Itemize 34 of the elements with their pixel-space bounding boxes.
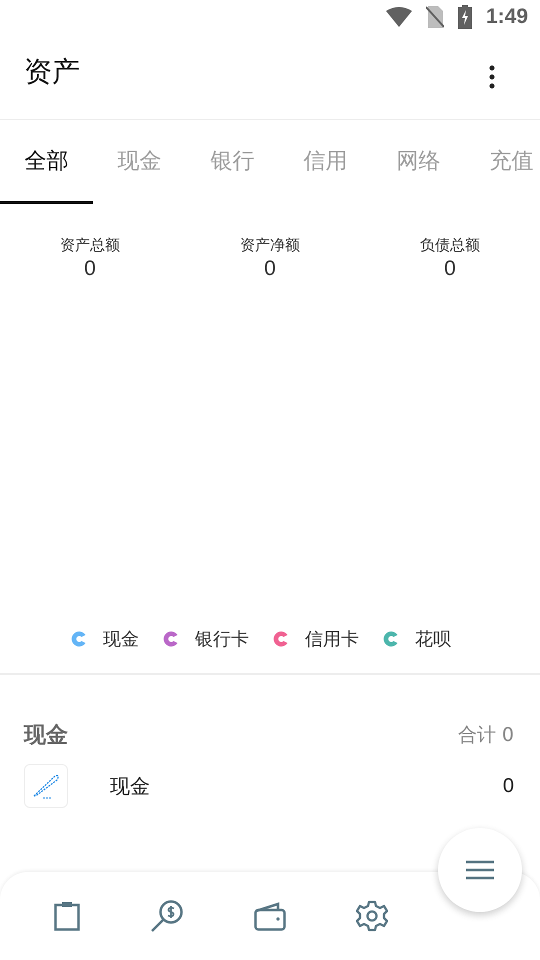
section-title: 现金 <box>24 722 68 750</box>
account-amount: 0 <box>502 774 514 798</box>
tab[interactable]: 现金 <box>93 120 186 204</box>
tab[interactable]: 银行 <box>186 120 279 204</box>
section-total: 合计 0 <box>458 723 514 748</box>
money-search-icon[interactable] <box>150 899 184 933</box>
legend-label: 现金 <box>103 628 139 651</box>
tab[interactable]: 全部 <box>0 120 93 204</box>
tab[interactable]: 网络 <box>372 120 465 204</box>
no-sim-icon <box>426 6 444 28</box>
legend-label: 信用卡 <box>305 628 359 651</box>
account-row[interactable]: 现金 0 <box>0 763 540 809</box>
summary-value: 0 <box>264 257 276 281</box>
menu-icon <box>466 860 494 880</box>
summary-label: 资产总额 <box>60 236 120 255</box>
battery-icon <box>458 5 472 29</box>
legend-label: 银行卡 <box>195 628 249 651</box>
legend-label: 花呗 <box>415 628 451 651</box>
settings-icon[interactable] <box>356 900 388 932</box>
clipboard-icon[interactable] <box>54 901 80 931</box>
summary-value: 0 <box>444 257 456 281</box>
quill-icon <box>24 764 68 808</box>
summary-label: 资产净额 <box>240 236 300 255</box>
more-options-icon[interactable] <box>488 64 496 88</box>
summary-label: 负债总额 <box>420 236 480 255</box>
status-time: 1:49 <box>486 5 528 29</box>
page-title: 资产 <box>24 54 80 90</box>
tab[interactable]: 充值 <box>465 120 540 204</box>
menu-button[interactable] <box>438 828 522 912</box>
wallet-icon[interactable] <box>254 901 286 931</box>
wifi-icon <box>386 7 412 27</box>
tab[interactable]: 信用 <box>279 120 372 204</box>
account-name: 现金 <box>110 772 151 800</box>
summary-value: 0 <box>84 257 96 281</box>
